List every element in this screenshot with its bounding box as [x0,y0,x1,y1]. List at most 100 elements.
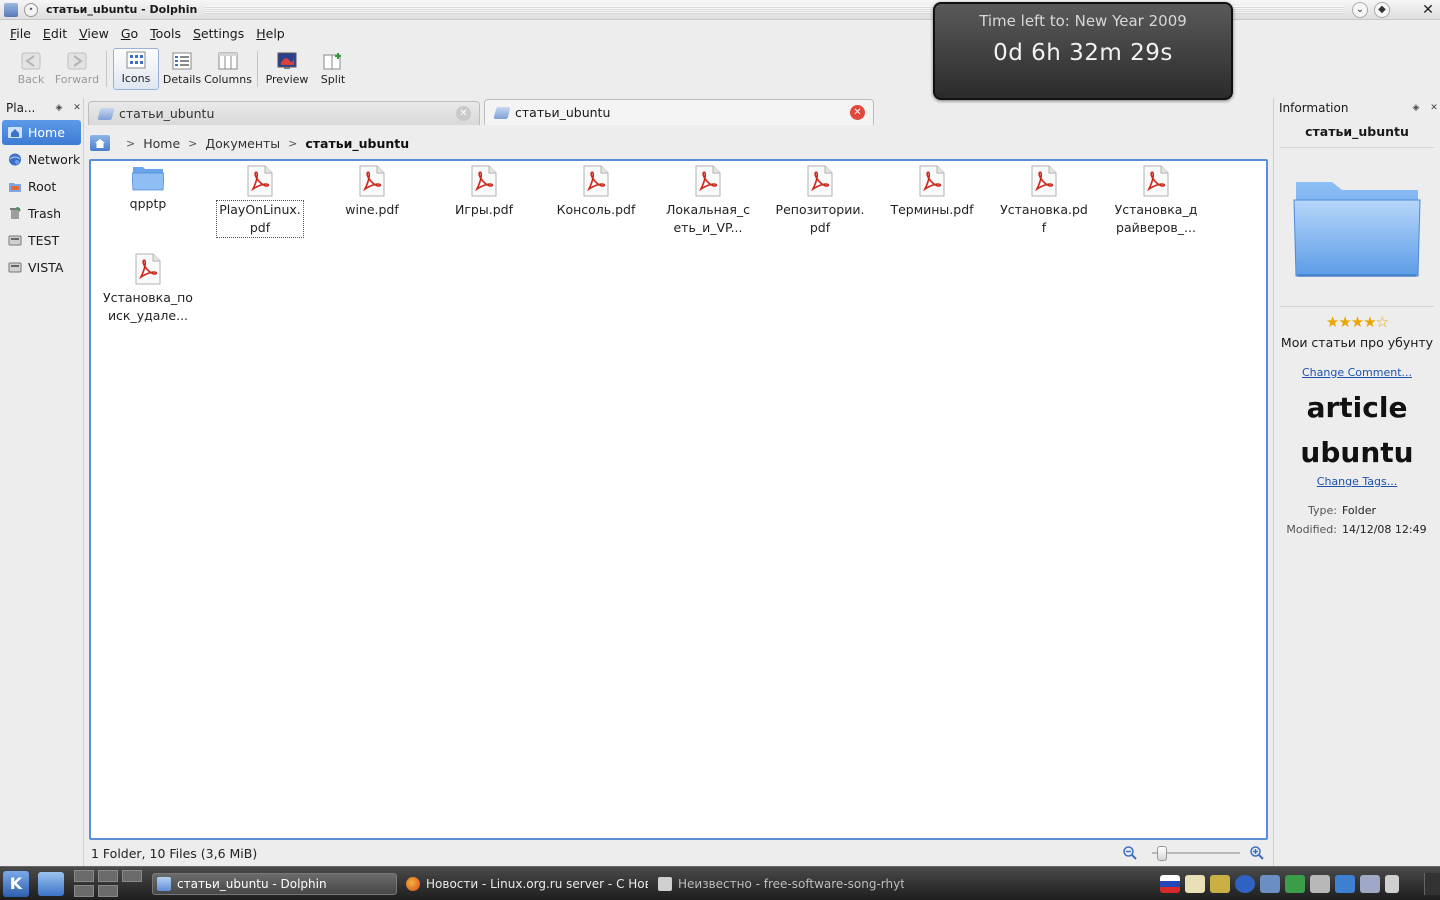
tab-statyi-ubuntu-2[interactable]: статьи_ubuntu ✕ [484,99,874,125]
minimize-button[interactable]: ⌄ [1352,1,1368,18]
toolbar-separator [106,51,107,87]
zoom-out-icon[interactable] [1122,845,1138,861]
menu-go[interactable]: Go [115,26,144,41]
maximize-button[interactable]: ◆ [1374,1,1390,18]
tag-ubuntu[interactable]: ubuntu [1274,430,1440,475]
close-panel-icon[interactable]: ✕ [71,103,83,113]
change-tags-link[interactable]: Change Tags... [1274,475,1440,488]
file-name-label: wine.pdf [345,202,399,217]
folder-tab-icon [97,107,115,120]
main-toolbar: Back Forward Icons Details Columns Previ… [0,48,356,94]
rating-stars[interactable]: ★★★★☆ [1274,313,1440,331]
places-item-vista[interactable]: VISTA [2,255,81,280]
pdf-file-item[interactable]: Репозитории. pdf [772,165,868,237]
forward-button[interactable]: Forward [54,48,100,90]
pdf-file-item[interactable]: Установка_д райверов_... [1108,165,1204,237]
keyboard-layout-icon[interactable] [1160,875,1180,893]
pager-desktop-4[interactable] [74,885,94,897]
menu-tools[interactable]: Tools [144,26,187,41]
kmenu-button[interactable]: K [3,871,29,897]
split-button[interactable]: Split [310,48,356,90]
music-task-icon [658,877,672,891]
float-panel-icon[interactable]: ◈ [1410,103,1422,113]
menu-view[interactable]: View [73,26,115,41]
places-item-network[interactable]: Network [2,147,81,172]
pager-desktop-3[interactable] [122,870,142,882]
preview-button[interactable]: Preview [264,48,310,90]
media-player-icon[interactable] [1385,875,1399,893]
file-name-label: qpptp [129,196,167,211]
divider [1280,306,1434,307]
columns-view-button[interactable]: Columns [204,48,252,90]
pdf-file-item[interactable]: Термины.pdf [884,165,980,219]
pdf-file-item[interactable]: wine.pdf [324,165,420,219]
close-tab-icon[interactable]: ✕ [850,105,865,120]
pdf-file-icon [135,253,161,285]
float-panel-icon[interactable]: ◈ [53,103,65,113]
pdf-file-item[interactable]: Игры.pdf [436,165,532,219]
settings-gear-icon[interactable] [1360,875,1380,893]
close-tab-icon[interactable]: ✕ [456,106,471,121]
file-name-label: Репозитории. pdf [775,202,865,235]
menu-file[interactable]: File [4,26,37,41]
menu-help[interactable]: Help [250,26,291,41]
pdf-file-item[interactable]: Установка.pd f [996,165,1092,237]
pdf-file-icon [695,165,721,197]
item-metadata: Type: Folder Modified: 14/12/08 12:49 [1274,504,1440,536]
file-view[interactable]: qpptp PlayOnLinux. pdf wine.pdf Игры.pdf Кон… [89,159,1268,840]
task-dolphin[interactable]: статьи_ubuntu - Dolphin [152,873,397,895]
folder-item[interactable]: qpptp [100,165,196,213]
change-comment-link[interactable]: Change Comment... [1274,366,1440,379]
task-firefox[interactable]: Новости - Linux.org.ru server - С Новым [402,873,648,895]
places-item-test[interactable]: TEST [2,228,81,253]
breadcrumb: > Home > Документы > статьи_ubuntu [88,131,409,155]
breadcrumb-home[interactable]: Home [143,136,180,151]
zoom-slider[interactable] [1122,845,1267,861]
new-year-countdown-widget: Time left to: New Year 2009 0d 6h 32m 29… [933,2,1233,100]
pdf-file-item[interactable]: Консоль.pdf [548,165,644,219]
places-item-trash[interactable]: Trash [2,201,81,226]
pager-desktop-1[interactable] [74,870,94,882]
breadcrumb-documents[interactable]: Документы [205,136,280,151]
desktop-pager[interactable] [74,870,146,898]
selected-item-name: статьи_ubuntu [1305,124,1409,139]
drive-icon [8,262,22,273]
icons-view-button[interactable]: Icons [113,48,159,90]
panel-handle[interactable] [1424,873,1440,895]
task-rhythmbox[interactable]: Неизвестно - free-software-song-rhythm [654,873,904,895]
zoom-handle[interactable] [1156,846,1167,861]
folder-preview-icon [1293,182,1421,277]
close-window-button[interactable]: ✕ [1420,2,1436,18]
pdf-file-item[interactable]: Локальная_с еть_и_VP... [660,165,756,237]
tag-article[interactable]: article [1274,385,1440,430]
modified-key: Modified: [1286,523,1337,536]
breadcrumb-separator: > [188,136,198,150]
update-icon[interactable] [1285,875,1305,893]
dolphin-app-icon[interactable] [4,2,18,17]
breadcrumb-current[interactable]: статьи_ubuntu [305,136,409,151]
places-item-home[interactable]: Home [2,120,81,145]
window-menu-button[interactable]: • [24,2,38,17]
places-item-root[interactable]: Root [2,174,81,199]
breadcrumb-separator: > [288,136,298,150]
zoom-in-icon[interactable] [1249,845,1265,861]
network-manager-icon[interactable] [1335,875,1355,893]
pdf-file-item[interactable]: PlayOnLinux. pdf [212,165,308,238]
close-panel-icon[interactable]: ✕ [1428,103,1440,113]
network-status-icon[interactable] [1235,875,1255,893]
pager-desktop-2[interactable] [98,870,118,882]
tab-statyi-ubuntu-1[interactable]: статьи_ubuntu ✕ [88,101,480,125]
back-button[interactable]: Back [8,48,54,90]
mail-icon[interactable] [1260,875,1280,893]
details-view-button[interactable]: Details [159,48,205,90]
desktop-launcher-icon[interactable] [38,872,64,896]
pdf-file-item[interactable]: Установка_по иск_удале... [100,253,196,325]
pdf-file-icon [1031,165,1057,197]
pager-desktop-5[interactable] [98,885,118,897]
notes-icon[interactable] [1210,875,1230,893]
menu-edit[interactable]: Edit [37,26,73,41]
volume-icon[interactable] [1310,875,1330,893]
clipboard-icon[interactable] [1185,875,1205,893]
breadcrumb-home-icon[interactable] [90,135,110,151]
menu-settings[interactable]: Settings [187,26,250,41]
